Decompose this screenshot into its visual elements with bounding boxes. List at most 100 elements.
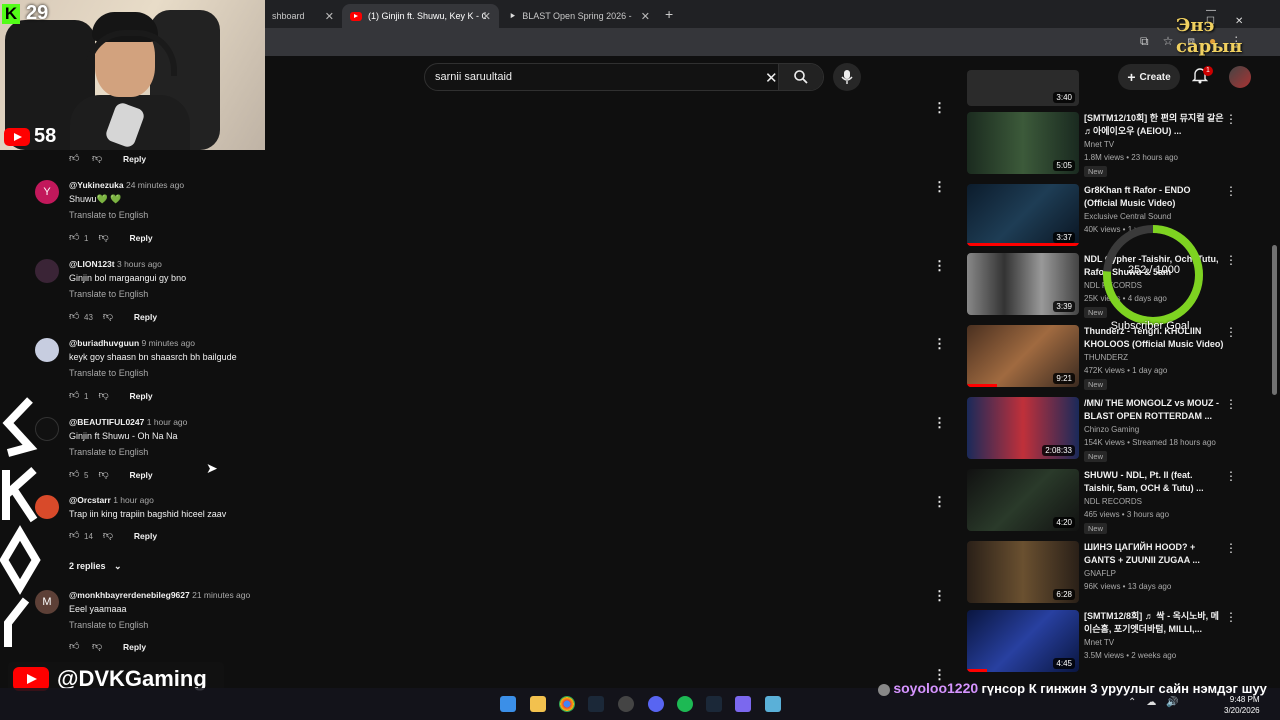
- video-thumbnail[interactable]: 6:28: [967, 541, 1079, 603]
- translate-link[interactable]: Translate to English: [69, 210, 148, 220]
- close-tab-icon[interactable]: ✕: [641, 10, 650, 23]
- recommended-video[interactable]: 6:28 ШИНЭ ЦАГИЙН HOOD? + GANTS + ZUUNII …: [967, 541, 1247, 605]
- reply-button[interactable]: Reply: [129, 391, 152, 401]
- dislike-icon[interactable]: 👎︎: [92, 154, 103, 164]
- comment-time[interactable]: 21 minutes ago: [192, 590, 250, 600]
- comment-author[interactable]: @LION123t: [69, 259, 115, 269]
- replies-toggle[interactable]: 2 replies ⌄: [69, 561, 122, 572]
- steam-icon[interactable]: [588, 696, 604, 712]
- comment-author[interactable]: @BEAUTIFUL0247: [69, 417, 144, 427]
- avatar[interactable]: [35, 338, 59, 362]
- like-icon[interactable]: 👍︎: [69, 154, 80, 164]
- video-menu-icon[interactable]: ⋮: [1225, 469, 1237, 483]
- video-thumbnail[interactable]: 5:05: [967, 112, 1079, 174]
- tab-youtube-video[interactable]: (1) Ginjin ft. Shuwu, Key K - Oh ✕: [342, 4, 499, 28]
- dislike-icon[interactable]: 👎︎: [98, 470, 109, 480]
- install-icon[interactable]: ⧉: [1140, 34, 1149, 49]
- recommended-video[interactable]: 4:45 [SMTM12/8회] ♬ 싹 - 옥시노바, 메이슨홈, 포기엣더바…: [967, 610, 1247, 674]
- video-menu-icon[interactable]: ⋮: [1225, 184, 1237, 198]
- search-input[interactable]: sarnii saruultaid: [435, 71, 512, 83]
- close-tab-icon[interactable]: ✕: [325, 10, 334, 23]
- comment-time[interactable]: 3 hours ago: [117, 259, 162, 269]
- system-tray-icons[interactable]: ⌃☁🔊: [1128, 697, 1189, 708]
- video-title[interactable]: Gr8Khan ft Rafor - ENDO (Official Music …: [1084, 184, 1224, 210]
- video-menu-icon[interactable]: ⋮: [1225, 253, 1237, 267]
- more-actions-icon[interactable]: ⋮: [933, 415, 946, 431]
- avatar[interactable]: [35, 259, 59, 283]
- more-actions-icon[interactable]: ⋮: [933, 494, 946, 510]
- translate-link[interactable]: Translate to English: [69, 289, 148, 299]
- comment-time[interactable]: 1 hour ago: [113, 495, 154, 505]
- channel-name[interactable]: NDL RECORDS: [1084, 497, 1142, 506]
- tab-dashboard[interactable]: shboard ✕: [256, 4, 342, 28]
- video-menu-icon[interactable]: ⋮: [1225, 397, 1237, 411]
- notepad-icon[interactable]: [765, 696, 781, 712]
- spotify-icon[interactable]: [677, 696, 693, 712]
- dislike-icon[interactable]: 👎︎: [98, 233, 109, 243]
- avatar[interactable]: Y: [35, 180, 59, 204]
- video-title[interactable]: [SMTM12/8회] ♬ 싹 - 옥시노바, 메이슨홈, 포기엣더바텀, MI…: [1084, 610, 1224, 636]
- video-menu-icon[interactable]: ⋮: [1225, 610, 1237, 624]
- video-thumbnail[interactable]: 3:39: [967, 253, 1079, 315]
- video-menu-icon[interactable]: ⋮: [1225, 325, 1237, 339]
- like-icon[interactable]: 👍︎: [69, 391, 80, 401]
- comment-time[interactable]: 1 hour ago: [147, 417, 188, 427]
- like-icon[interactable]: 👍︎: [69, 470, 80, 480]
- search-button[interactable]: [778, 64, 823, 90]
- voice-search-button[interactable]: [833, 63, 861, 91]
- clear-search-icon[interactable]: ✕: [765, 69, 778, 87]
- scrollbar-thumb[interactable]: [1272, 245, 1277, 395]
- video-title[interactable]: ШИНЭ ЦАГИЙН HOOD? + GANTS + ZUUNII ZUGAA…: [1084, 541, 1224, 567]
- reply-button[interactable]: Reply: [134, 312, 157, 322]
- video-thumbnail[interactable]: 9:21: [967, 325, 1079, 387]
- comment-time[interactable]: 24 minutes ago: [126, 180, 184, 190]
- translate-link[interactable]: Translate to English: [69, 447, 148, 457]
- steam-icon[interactable]: [706, 696, 722, 712]
- video-thumbnail[interactable]: 3:40: [967, 70, 1079, 106]
- windows-start-icon[interactable]: [500, 696, 516, 712]
- comment-author[interactable]: @Orcstarr: [69, 495, 111, 505]
- translate-link[interactable]: Translate to English: [69, 368, 148, 378]
- like-icon[interactable]: 👍︎: [69, 312, 80, 322]
- reply-button[interactable]: Reply: [134, 531, 157, 541]
- recommended-video[interactable]: 3:40: [967, 70, 1247, 106]
- comment-author[interactable]: @monkhbayrerdenebileg9627: [69, 590, 190, 600]
- avatar[interactable]: [35, 495, 59, 519]
- recommended-video[interactable]: 5:05 [SMTM12/10회] 한 편의 뮤지컬 같은 ♬아에이오우 (AE…: [967, 112, 1247, 177]
- channel-name[interactable]: Mnet TV: [1084, 638, 1114, 647]
- channel-name[interactable]: Chinzo Gaming: [1084, 425, 1139, 434]
- like-icon[interactable]: 👍︎: [69, 642, 80, 652]
- video-thumbnail[interactable]: 2:08:33: [967, 397, 1079, 459]
- more-actions-icon[interactable]: ⋮: [933, 100, 946, 116]
- avatar[interactable]: M: [35, 590, 59, 614]
- translate-link[interactable]: Translate to English: [69, 620, 148, 630]
- recommended-video[interactable]: 2:08:33 /MN/ THE MONGOLZ vs MOUZ - BLAST…: [967, 397, 1247, 462]
- tab-blast[interactable]: ⯈ BLAST Open Spring 2026 - Liqu ✕: [501, 4, 658, 28]
- more-actions-icon[interactable]: ⋮: [933, 258, 946, 274]
- reply-button[interactable]: Reply: [123, 154, 146, 164]
- app-grid-icon[interactable]: [735, 696, 751, 712]
- recommended-video[interactable]: 4:20 SHUWU - NDL, Pt. II (feat. Taishir,…: [967, 469, 1247, 534]
- video-thumbnail[interactable]: 4:45: [967, 610, 1079, 672]
- video-thumbnail[interactable]: 4:20: [967, 469, 1079, 531]
- file-explorer-icon[interactable]: [530, 696, 546, 712]
- more-actions-icon[interactable]: ⋮: [933, 588, 946, 604]
- comment-time[interactable]: 9 minutes ago: [142, 338, 195, 348]
- video-title[interactable]: SHUWU - NDL, Pt. II (feat. Taishir, 5am,…: [1084, 469, 1224, 495]
- video-title[interactable]: [SMTM12/10회] 한 편의 뮤지컬 같은 ♬아에이오우 (AEIOU) …: [1084, 112, 1224, 138]
- reply-button[interactable]: Reply: [129, 233, 152, 243]
- like-icon[interactable]: 👍︎: [69, 531, 80, 541]
- close-tab-icon[interactable]: ✕: [482, 10, 491, 23]
- new-tab-button[interactable]: +: [665, 6, 673, 22]
- dislike-icon[interactable]: 👎︎: [92, 642, 103, 652]
- dislike-icon[interactable]: 👎︎: [103, 531, 114, 541]
- comment-author[interactable]: @Yukinezuka: [69, 180, 124, 190]
- like-icon[interactable]: 👍︎: [69, 233, 80, 243]
- comment-author[interactable]: @buriadhuvguun: [69, 338, 139, 348]
- channel-name[interactable]: THUNDERZ: [1084, 353, 1128, 362]
- bookmark-star-icon[interactable]: ☆: [1163, 34, 1174, 49]
- more-actions-icon[interactable]: ⋮: [933, 179, 946, 195]
- taskbar-clock[interactable]: 9:48 PM 3/20/2026: [1224, 694, 1260, 716]
- search-box[interactable]: sarnii saruultaid ✕: [424, 63, 824, 91]
- dislike-icon[interactable]: 👎︎: [98, 391, 109, 401]
